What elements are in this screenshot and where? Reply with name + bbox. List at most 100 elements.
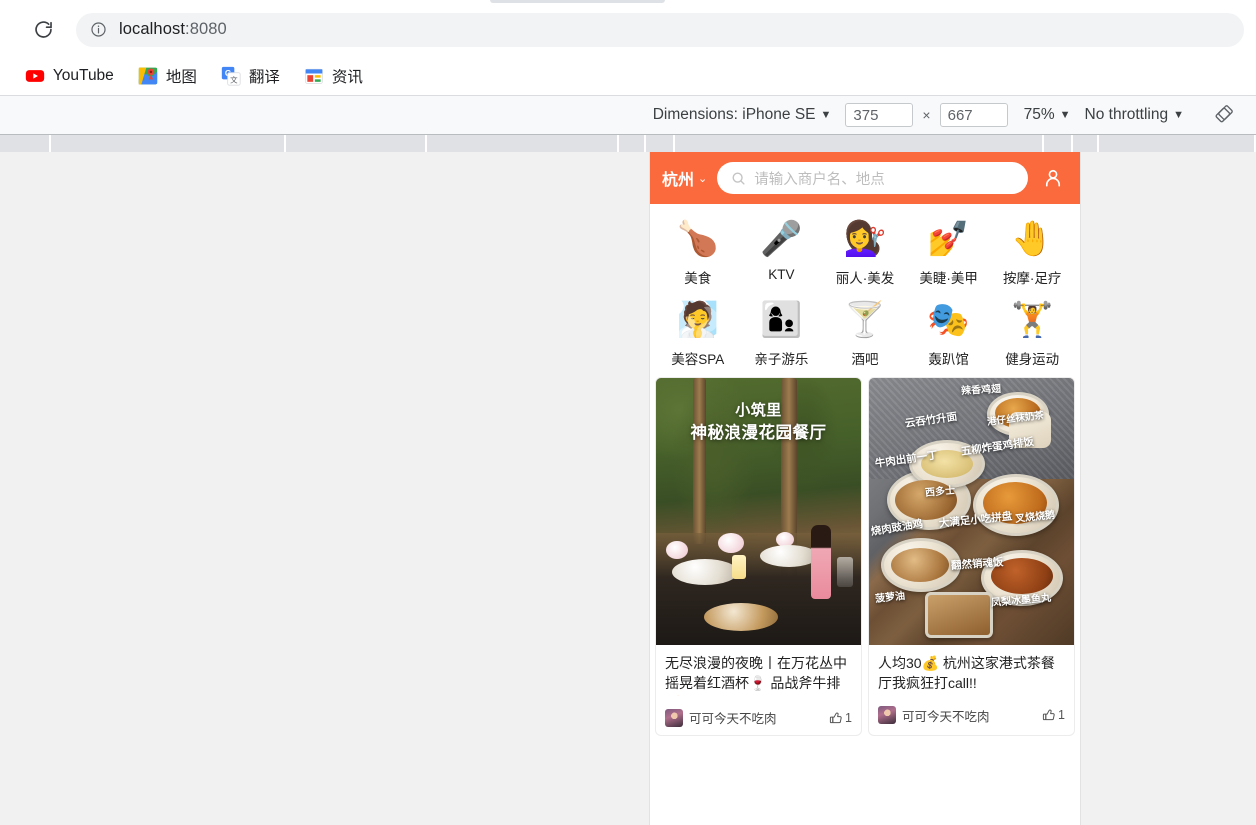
- category-item-liren-meifa[interactable]: 💇‍♀️ 丽人·美发: [823, 218, 907, 287]
- browser-toolbar: localhost:8080: [0, 3, 1256, 56]
- category-label: 丽人·美发: [835, 271, 895, 286]
- photo-background: 辣香鸡翅 云吞竹升面 港仔丝袜奶茶 牛肉出前一丁 五柳炸蛋鸡排饭 烧肉豉油鸡 大…: [869, 378, 1074, 645]
- photo-text-label: 菠萝油: [874, 590, 906, 605]
- category-label: KTV: [768, 267, 795, 282]
- ruler-segment: [675, 135, 1042, 152]
- overlay-line-1: 小筑里: [735, 402, 782, 419]
- category-label: 健身运动: [1005, 352, 1060, 367]
- category-item-meijie-meijia[interactable]: 💅 美睫·美甲: [907, 218, 991, 287]
- avatar: [665, 708, 683, 727]
- bookmark-news[interactable]: 资讯: [296, 61, 371, 91]
- photo-text-label: 西多士: [924, 485, 956, 499]
- youtube-icon: [25, 69, 45, 82]
- device-dimensions-select[interactable]: Dimensions: iPhone SE ▼: [653, 106, 846, 124]
- card-title: 无尽浪漫的夜晚丨在万花丛中摇晃着红酒杯🍷 品战斧牛排🥩: [665, 655, 847, 696]
- bookmark-maps[interactable]: 地图: [130, 61, 205, 91]
- like-button[interactable]: 1: [1042, 708, 1065, 722]
- chevron-down-icon: ▼: [1173, 108, 1184, 121]
- category-item-meishi[interactable]: 🍗 美食: [656, 218, 740, 287]
- search-placeholder: 请输入商户名、地点: [754, 171, 885, 188]
- parent-child-icon: 👩‍👦: [760, 301, 803, 339]
- category-label: 美食: [684, 271, 712, 286]
- viewport-width-input[interactable]: [845, 103, 914, 127]
- feed-card[interactable]: 小筑里 神秘浪漫花园餐厅 无尽浪漫的夜晚丨在万花丛中摇晃着红酒杯🍷 品战斧牛排🥩…: [656, 378, 861, 735]
- ruler-segment: [1073, 135, 1097, 152]
- category-item-meirong-spa[interactable]: 🧖 美容SPA: [656, 299, 740, 368]
- user-icon[interactable]: [1038, 167, 1068, 189]
- bookmark-label: il: [0, 67, 1, 85]
- zoom-label: 75%: [1023, 106, 1055, 123]
- ruler-segment: [426, 135, 618, 152]
- ruler-segment: [1099, 135, 1254, 152]
- thumbs-up-icon: [1042, 709, 1055, 721]
- bookmark-label: 资讯: [331, 68, 363, 86]
- ruler-segment: [286, 135, 425, 152]
- address-bar[interactable]: localhost:8080: [76, 12, 1244, 47]
- search-icon: [731, 171, 746, 186]
- card-body: 人均30💰 杭州这家港式茶餐厅我疯狂打call!! 可可今天不吃肉 1: [869, 645, 1074, 733]
- avatar: [878, 706, 896, 725]
- ruler-segment: [619, 135, 644, 152]
- rotate-device-icon[interactable]: [1214, 104, 1236, 126]
- category-item-qinzi-youle[interactable]: 👩‍👦 亲子游乐: [740, 299, 824, 368]
- throttling-select[interactable]: No throttling ▼: [1085, 106, 1198, 124]
- photo-overlay-title: 小筑里 神秘浪漫花园餐厅: [656, 400, 861, 446]
- like-button[interactable]: 1: [829, 711, 852, 725]
- feed-card[interactable]: 辣香鸡翅 云吞竹升面 港仔丝袜奶茶 牛肉出前一丁 五柳炸蛋鸡排饭 烧肉豉油鸡 大…: [869, 378, 1074, 735]
- spa-mask-icon: 🧖: [676, 301, 719, 339]
- chevron-down-icon: ⌄: [698, 172, 708, 185]
- bookmark-translate[interactable]: G 文 翻译: [213, 61, 288, 91]
- url-host: localhost: [119, 20, 186, 38]
- city-selector[interactable]: 杭州 ⌄: [662, 166, 707, 190]
- google-news-icon: [305, 68, 323, 84]
- device-viewport-stage: 杭州 ⌄ 请输入商户名、地点: [0, 152, 1256, 825]
- reload-icon[interactable]: [26, 13, 60, 47]
- card-body: 无尽浪漫的夜晚丨在万花丛中摇晃着红酒杯🍷 品战斧牛排🥩 可可今天不吃肉 1: [656, 645, 861, 735]
- nail-polish-icon: 💅: [927, 220, 970, 258]
- category-item-jianshen-yundong[interactable]: 🏋️ 健身运动: [990, 299, 1074, 368]
- browser-tab[interactable]: [490, 0, 665, 3]
- card-author: 可可今天不吃肉: [902, 709, 990, 724]
- google-maps-icon: [138, 67, 157, 84]
- address-bar-url: localhost:8080: [119, 20, 227, 39]
- search-input[interactable]: 请输入商户名、地点: [717, 162, 1028, 194]
- category-item-ktv[interactable]: 🎤 KTV: [740, 218, 824, 287]
- emulated-phone-viewport: 杭州 ⌄ 请输入商户名、地点: [650, 152, 1080, 825]
- dumbbell-icon: 🏋️: [1011, 301, 1054, 339]
- category-item-hongpaguan[interactable]: 🎭 轰趴馆: [907, 299, 991, 368]
- food-collage-photo: 辣香鸡翅 云吞竹升面 港仔丝袜奶茶 牛肉出前一丁 五柳炸蛋鸡排饭 烧肉豉油鸡 大…: [869, 378, 1074, 645]
- info-circle-icon[interactable]: [90, 21, 107, 38]
- category-item-anmo-zuliao[interactable]: 🤚 按摩·足疗: [990, 218, 1074, 287]
- viewport-ruler: [0, 135, 1256, 152]
- category-item-jiuba[interactable]: 🍸 酒吧: [823, 299, 907, 368]
- category-grid: 🍗 美食 🎤 KTV 💇‍♀️ 丽人·美发 💅 美睫·美甲 🤚 按摩·足疗 🧖: [650, 204, 1080, 378]
- browser-chrome: localhost:8080 il YouTube 地图: [0, 0, 1256, 152]
- multiply-symbol: ×: [922, 107, 931, 123]
- photo-text-label: 辣香鸡翅: [960, 383, 1002, 397]
- tab-strip: [0, 0, 1256, 3]
- zoom-select[interactable]: 75% ▼: [1024, 106, 1085, 124]
- chevron-down-icon: ▼: [820, 108, 832, 121]
- svg-text:文: 文: [230, 74, 238, 84]
- chevron-down-icon: ▼: [1059, 108, 1071, 121]
- category-label: 按摩·足疗: [1002, 271, 1062, 286]
- viewport-height-input[interactable]: [939, 103, 1008, 127]
- like-count: 1: [1058, 708, 1065, 723]
- bookmark-youtube[interactable]: YouTube: [17, 62, 122, 90]
- ruler-segment: [0, 135, 50, 152]
- app-header: 杭州 ⌄ 请输入商户名、地点: [650, 152, 1080, 204]
- card-footer: 可可今天不吃肉 1: [665, 708, 852, 727]
- microphone-icon: 🎤: [760, 220, 803, 258]
- bookmark-label: 翻译: [248, 68, 280, 86]
- cocktail-icon: 🍸: [843, 301, 887, 339]
- ruler-segment: [51, 135, 285, 152]
- city-name: 杭州: [662, 172, 695, 189]
- overlay-line-2: 神秘浪漫花园餐厅: [690, 423, 827, 442]
- card-title: 人均30💰 杭州这家港式茶餐厅我疯狂打call!!: [878, 655, 1055, 691]
- bookmark-gmail[interactable]: il: [0, 63, 9, 89]
- thumbs-up-icon: [829, 712, 842, 723]
- device-dimensions-label: Dimensions: iPhone SE: [652, 106, 816, 123]
- bookmark-label: YouTube: [52, 66, 114, 84]
- category-label: 美容SPA: [671, 352, 725, 367]
- roast-chicken-icon: 🍗: [676, 220, 719, 258]
